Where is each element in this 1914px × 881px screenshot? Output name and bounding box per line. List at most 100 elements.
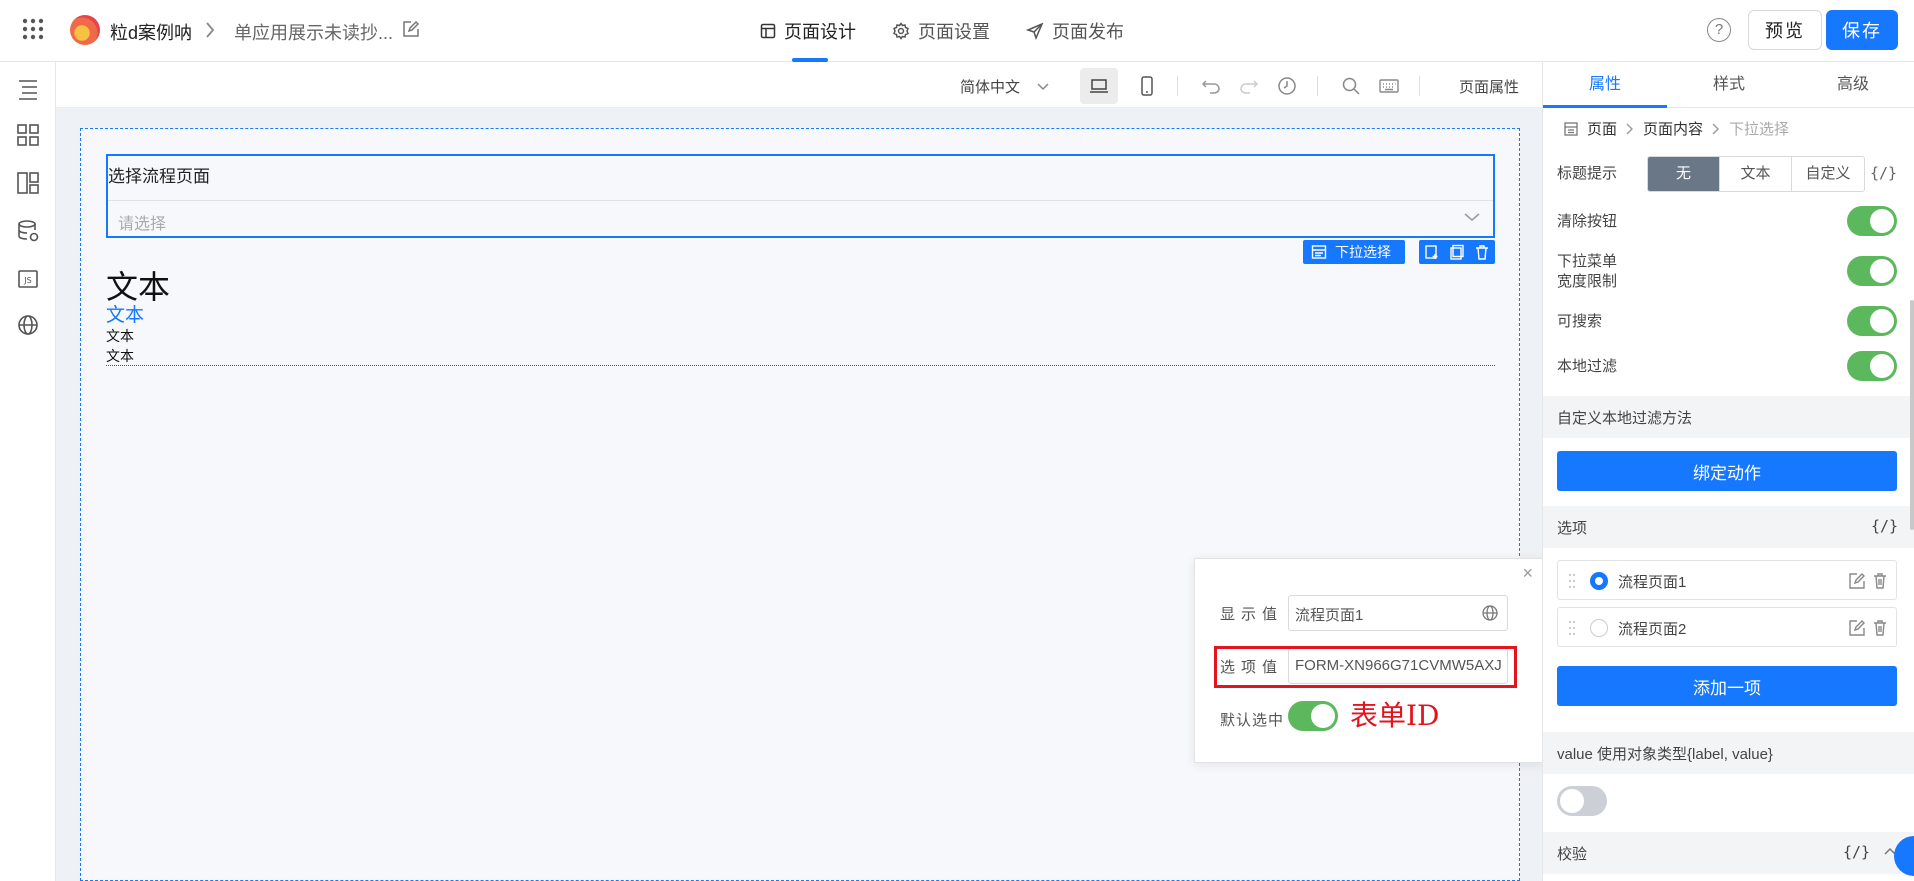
components-grid-icon[interactable]	[15, 122, 41, 148]
value-object-section: value 使用对象类型{label, value}	[1543, 732, 1914, 774]
globe-icon[interactable]	[1481, 604, 1499, 622]
mobile-view-icon[interactable]	[1128, 68, 1166, 104]
option-label: 流程页面1	[1618, 574, 1687, 591]
svg-text:JS: JS	[23, 276, 31, 285]
tab-page-publish[interactable]: 页面发布	[1026, 0, 1124, 62]
text-small[interactable]: 文本	[106, 326, 134, 346]
bind-action-button[interactable]: 绑定动作	[1557, 451, 1897, 491]
display-value-text: 流程页面1	[1295, 607, 1364, 624]
dropdown-width-label: 下拉菜单	[1557, 253, 1618, 270]
variable-binding-icon[interactable]: {/}	[1843, 843, 1870, 861]
top-bar: 粒d案例呐 单应用展示未读抄... 页面设计 页面设置 页面发布 ? 预览 保存	[0, 0, 1914, 62]
delete-icon[interactable]	[1872, 572, 1888, 590]
text-link[interactable]: 文本	[106, 300, 144, 327]
breadcrumb-page[interactable]: 单应用展示未读抄...	[234, 19, 393, 45]
option-item[interactable]: 流程页面2	[1557, 607, 1897, 647]
option-item[interactable]: 流程页面1	[1557, 560, 1897, 600]
local-filter-label: 本地过滤	[1557, 358, 1618, 375]
toolbar-divider	[1419, 76, 1420, 96]
searchable-toggle[interactable]	[1847, 306, 1897, 336]
section-title: 自定义本地过滤方法	[1557, 410, 1693, 427]
search-icon[interactable]	[1332, 68, 1370, 104]
tab-style[interactable]: 样式	[1667, 62, 1791, 107]
tab-page-settings[interactable]: 页面设置	[892, 0, 990, 62]
validation-section: 校验 {/}	[1543, 832, 1914, 874]
breadcrumb-item-current: 下拉选择	[1729, 121, 1790, 138]
outline-tree-icon[interactable]	[15, 76, 41, 102]
panel-scrollbar[interactable]	[1910, 300, 1914, 530]
redo-icon[interactable]	[1230, 68, 1268, 104]
canvas-toolbar: 简体中文 页面属性	[56, 62, 1542, 108]
segment-none[interactable]: 无	[1648, 157, 1720, 191]
dropdown-select-component[interactable]: 选择流程页面 请选择	[106, 154, 1495, 238]
edit-icon[interactable]	[1848, 572, 1866, 590]
tab-attributes[interactable]: 属性	[1543, 62, 1667, 108]
layout-templates-icon[interactable]	[15, 170, 41, 196]
variable-binding-icon[interactable]: {/}	[1870, 164, 1897, 182]
dropdown-width-label-2: 宽度限制	[1557, 273, 1618, 290]
undo-icon[interactable]	[1192, 68, 1230, 104]
language-select[interactable]: 简体中文	[960, 76, 1050, 97]
desktop-view-icon[interactable]	[1080, 68, 1118, 104]
drag-handle-icon[interactable]	[1568, 572, 1576, 590]
component-tag-label: 下拉选择	[1335, 244, 1391, 260]
dropdown-width-toggle[interactable]	[1847, 256, 1897, 286]
drag-handle-icon[interactable]	[1568, 619, 1576, 637]
segment-custom[interactable]: 自定义	[1792, 157, 1864, 191]
select-input[interactable]: 请选择	[108, 200, 1493, 236]
section-title: 校验	[1557, 846, 1588, 863]
help-icon[interactable]: ?	[1707, 18, 1731, 42]
title-hint-segmented: 无 文本 自定义	[1647, 156, 1865, 192]
js-code-icon[interactable]: JS	[15, 266, 41, 292]
edit-icon[interactable]	[402, 20, 420, 38]
history-icon[interactable]	[1268, 68, 1306, 104]
annotation-label: 表单ID	[1350, 699, 1440, 732]
apps-grid-icon[interactable]	[22, 18, 44, 40]
page-icon	[1563, 121, 1579, 137]
variable-binding-icon[interactable]: {/}	[1871, 517, 1898, 535]
segment-text[interactable]: 文本	[1720, 157, 1792, 191]
display-value-label: 显示值	[1220, 606, 1284, 623]
default-selected-toggle[interactable]	[1288, 701, 1338, 731]
clear-button-toggle[interactable]	[1847, 206, 1897, 236]
panel-breadcrumb: 页面 页面内容 下拉选择	[1563, 118, 1789, 139]
page-properties-link[interactable]: 页面属性	[1459, 76, 1519, 97]
insert-icon[interactable]	[1424, 244, 1440, 260]
select-placeholder: 请选择	[118, 216, 167, 233]
local-filter-toggle[interactable]	[1847, 351, 1897, 381]
option-default-radio[interactable]	[1590, 572, 1608, 590]
title-hint-label: 标题提示	[1557, 165, 1618, 182]
keyboard-icon[interactable]	[1370, 68, 1408, 104]
display-value-field[interactable]: 流程页面1	[1288, 595, 1508, 631]
select-title: 选择流程页面	[108, 167, 210, 186]
component-tag[interactable]: 下拉选择	[1303, 240, 1405, 264]
breadcrumb-item[interactable]: 页面	[1587, 118, 1617, 139]
tab-page-design[interactable]: 页面设计	[760, 0, 856, 62]
annotation-highlight-box	[1214, 646, 1517, 688]
datasource-icon[interactable]	[15, 218, 41, 244]
searchable-label: 可搜索	[1557, 313, 1603, 330]
delete-icon[interactable]	[1872, 619, 1888, 637]
value-object-toggle[interactable]	[1557, 786, 1607, 816]
copy-icon[interactable]	[1449, 244, 1465, 260]
tab-label: 页面设计	[784, 22, 856, 42]
tab-label: 页面发布	[1052, 22, 1124, 42]
save-button[interactable]: 保存	[1826, 10, 1898, 50]
tab-advanced[interactable]: 高级	[1791, 62, 1914, 107]
app-name[interactable]: 粒d案例呐	[110, 19, 192, 45]
add-option-button[interactable]: 添加一项	[1557, 666, 1897, 706]
gear-icon	[892, 22, 910, 40]
option-default-radio[interactable]	[1590, 619, 1608, 637]
app-logo	[70, 15, 100, 45]
edit-icon[interactable]	[1848, 619, 1866, 637]
text-small[interactable]: 文本	[106, 346, 134, 366]
breadcrumb-item[interactable]: 页面内容	[1643, 118, 1703, 139]
language-label: 简体中文	[960, 79, 1021, 96]
chevron-down-icon	[1463, 211, 1481, 223]
preview-button[interactable]: 预览	[1748, 10, 1822, 50]
chevron-right-icon	[1625, 122, 1635, 136]
close-icon[interactable]: ×	[1522, 563, 1533, 584]
panel-tabs: 属性 样式 高级	[1543, 62, 1914, 108]
globe-icon[interactable]	[15, 312, 41, 338]
delete-icon[interactable]	[1474, 244, 1490, 260]
